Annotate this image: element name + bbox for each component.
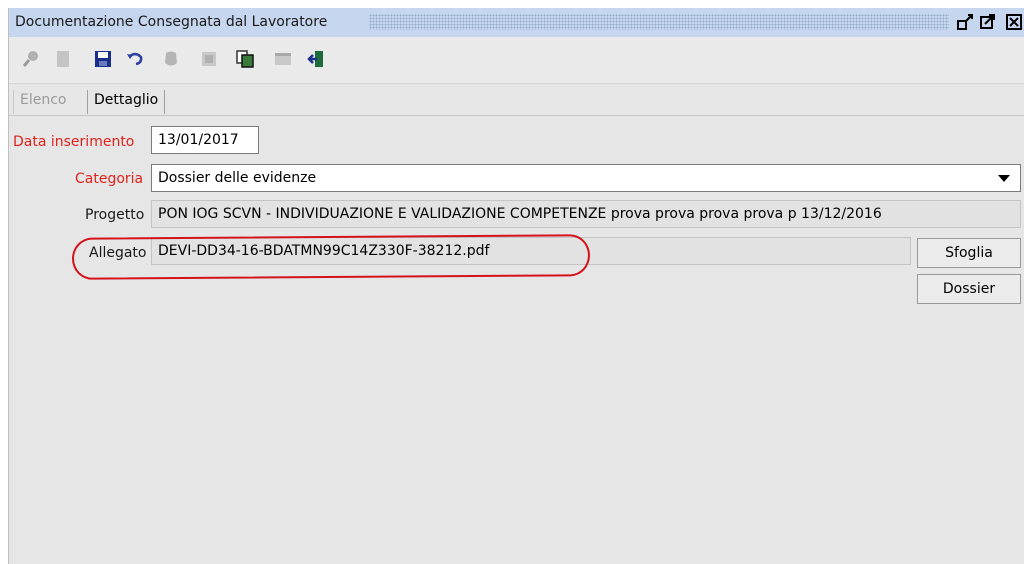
highlight-annotation bbox=[71, 234, 591, 280]
new-document-icon[interactable] bbox=[53, 49, 73, 69]
categoria-label: Categoria bbox=[75, 171, 144, 187]
table-icon[interactable] bbox=[273, 49, 293, 69]
tab-bar: Elenco Dettaglio bbox=[9, 84, 1024, 116]
dossier-button[interactable]: Dossier bbox=[917, 274, 1021, 304]
save-icon[interactable] bbox=[93, 49, 113, 69]
toolbar bbox=[9, 37, 1024, 84]
window-frame: Documentazione Consegnata dal Lavoratore bbox=[8, 8, 1024, 564]
categoria-select[interactable]: Dossier delle evidenze bbox=[151, 164, 1021, 192]
window-title: Documentazione Consegnata dal Lavoratore bbox=[15, 14, 328, 30]
print-icon[interactable] bbox=[199, 49, 219, 69]
title-bar: Documentazione Consegnata dal Lavoratore bbox=[9, 8, 1024, 37]
delete-icon[interactable] bbox=[161, 49, 181, 69]
data-inserimento-label: Data inserimento bbox=[13, 134, 135, 150]
undo-icon[interactable] bbox=[125, 49, 145, 69]
maximize-icon[interactable] bbox=[979, 13, 997, 31]
tab-elenco[interactable]: Elenco bbox=[13, 90, 72, 114]
progetto-label: Progetto bbox=[85, 207, 145, 223]
search-icon[interactable] bbox=[21, 49, 41, 69]
close-icon[interactable] bbox=[1005, 13, 1023, 31]
progetto-field[interactable]: PON IOG SCVN - INDIVIDUAZIONE E VALIDAZI… bbox=[151, 200, 1021, 228]
categoria-value: Dossier delle evidenze bbox=[158, 170, 317, 186]
exit-icon[interactable] bbox=[307, 49, 327, 69]
restore-icon[interactable] bbox=[957, 13, 975, 31]
data-inserimento-field[interactable]: 13/01/2017 bbox=[151, 126, 259, 154]
chevron-down-icon[interactable] bbox=[998, 175, 1010, 182]
copy-icon[interactable] bbox=[235, 49, 255, 69]
sfoglia-button[interactable]: Sfoglia bbox=[917, 238, 1021, 268]
tab-divider bbox=[9, 115, 1024, 116]
title-bar-texture bbox=[369, 14, 949, 30]
tab-dettaglio[interactable]: Dettaglio bbox=[87, 90, 166, 114]
